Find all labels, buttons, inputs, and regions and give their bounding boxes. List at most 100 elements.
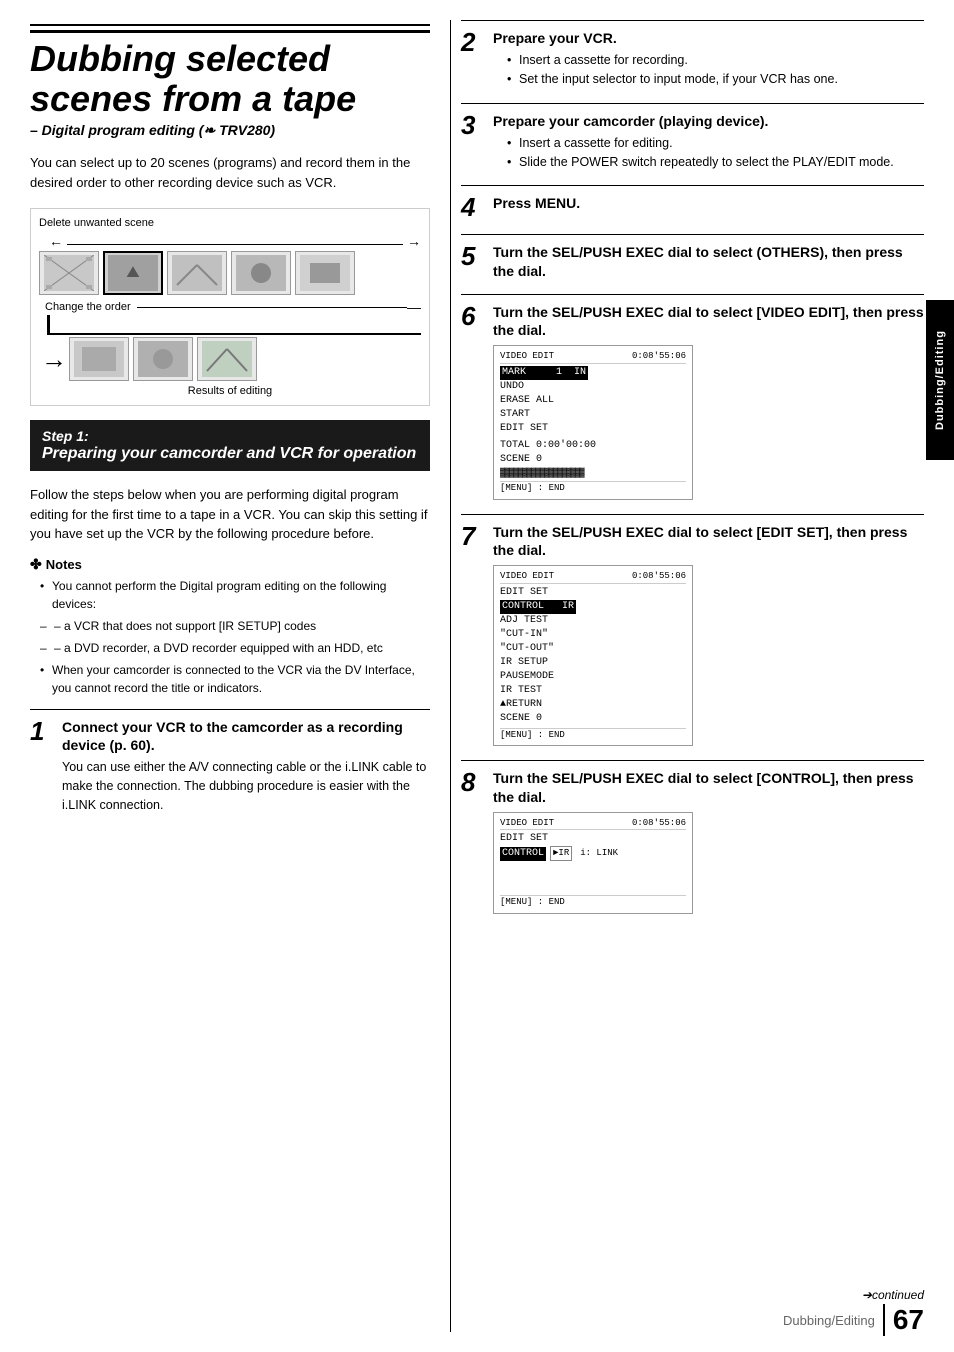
delete-label: Delete unwanted scene <box>39 217 421 229</box>
menu7-control: CONTROL IR <box>500 600 576 614</box>
frame-1 <box>39 251 99 295</box>
step-2-bullet-2: Set the input selector to input mode, if… <box>507 70 924 89</box>
page-title: Dubbing selected scenes from a tape <box>30 30 430 118</box>
menu6-mark: MARK 1 IN <box>500 366 588 380</box>
diagram-area: Delete unwanted scene ← → ⛰ <box>30 208 430 406</box>
step-7-number: 7 <box>461 523 485 747</box>
step-3-header: 3 Prepare your camcorder (playing device… <box>461 112 924 172</box>
notes-icon: ✤ <box>30 556 42 573</box>
right-column: 2 Prepare your VCR. Insert a cassette fo… <box>450 20 924 1332</box>
step-7-content: Turn the SEL/PUSH EXEC dial to select [E… <box>493 523 924 747</box>
step-5-header: 5 Turn the SEL/PUSH EXEC dial to select … <box>461 243 924 279</box>
frame-b1 <box>69 337 129 381</box>
diagram-frames-bottom <box>69 337 257 381</box>
step-2-bullet-1: Insert a cassette for recording. <box>507 51 924 70</box>
menu8-irlink: i: LINK <box>580 847 618 860</box>
menu6-editset: EDIT SET <box>500 422 686 436</box>
results-label: Results of editing <box>39 385 421 397</box>
note-1b: – a DVD recorder, a DVD recorder equippe… <box>40 639 430 657</box>
frame-b2 <box>133 337 193 381</box>
menu7-adjtest: ADJ TEST <box>500 614 686 628</box>
menu8-control-suffix: ►IR <box>550 846 572 861</box>
step-1-content: Connect your VCR to the camcorder as a r… <box>62 718 430 815</box>
subtitle: – Digital program editing (❧ TRV280) <box>30 122 430 139</box>
menu8-header-right: 0:08'55:06 <box>632 817 686 830</box>
menu6-undo: UNDO <box>500 380 686 394</box>
menu-screen-7: VIDEO EDIT 0:08'55:06 EDIT SET CONTROL I… <box>493 565 693 746</box>
step-2-content: Prepare your VCR. Insert a cassette for … <box>493 29 924 89</box>
menu6-progress: ▓▓▓▓▓▓▓▓▓▓▓▓▓▓▓▓▓▓▓ <box>500 467 686 480</box>
notes-list: You cannot perform the Digital program e… <box>30 577 430 697</box>
step-2-header: 2 Prepare your VCR. Insert a cassette fo… <box>461 29 924 89</box>
frame-2: ⛰ <box>103 251 163 295</box>
step-8: 8 Turn the SEL/PUSH EXEC dial to select … <box>461 760 924 913</box>
menu8-footer: [MENU] : END <box>500 895 686 909</box>
frame-5 <box>295 251 355 295</box>
step-6: 6 Turn the SEL/PUSH EXEC dial to select … <box>461 294 924 500</box>
change-order-label: Change the order <box>45 301 131 313</box>
step-1-header: 1 Connect your VCR to the camcorder as a… <box>30 718 430 815</box>
step-1: 1 Connect your VCR to the camcorder as a… <box>30 709 430 815</box>
menu6-erase: ERASE ALL <box>500 394 686 408</box>
step-4-header: 4 Press MENU. <box>461 194 924 220</box>
step-4-number: 4 <box>461 194 485 220</box>
step-7: 7 Turn the SEL/PUSH EXEC dial to select … <box>461 514 924 747</box>
sidebar-tab: Dubbing/Editing <box>926 300 954 460</box>
note-1: You cannot perform the Digital program e… <box>40 577 430 613</box>
follow-text: Follow the steps below when you are perf… <box>30 485 430 544</box>
menu7-irsetup: IR SETUP <box>500 656 686 670</box>
step-5-number: 5 <box>461 243 485 279</box>
menu6-footer: [MENU] : END <box>500 481 686 495</box>
step-3-bullet-2: Slide the POWER switch repeatedly to sel… <box>507 153 924 172</box>
menu7-pausemode: PAUSEMODE <box>500 670 686 684</box>
menu8-header-left: VIDEO EDIT <box>500 817 554 830</box>
footer-page-num: 67 <box>883 1304 924 1336</box>
diagram-frames-top: ⛰ <box>39 251 421 295</box>
frame-b3 <box>197 337 257 381</box>
step-1-details: You can use either the A/V connecting ca… <box>62 758 430 814</box>
menu8-editset: EDIT SET <box>500 832 686 846</box>
menu-screen-8: VIDEO EDIT 0:08'55:06 EDIT SET CONTROL ►… <box>493 812 693 914</box>
step-6-instruction: Turn the SEL/PUSH EXEC dial to select [V… <box>493 303 924 339</box>
notes-header: ✤ Notes <box>30 556 430 573</box>
menu7-cutin: "CUT-IN" <box>500 628 686 642</box>
menu6-total: TOTAL 0:00'00:00 <box>500 439 686 453</box>
step-3: 3 Prepare your camcorder (playing device… <box>461 103 924 172</box>
page-container: Dubbing selected scenes from a tape – Di… <box>0 0 954 1352</box>
left-column: Dubbing selected scenes from a tape – Di… <box>30 20 450 1332</box>
step1-box: Step 1: Preparing your camcorder and VCR… <box>30 420 430 471</box>
step-3-number: 3 <box>461 112 485 172</box>
page-footer: ➔continued Dubbing/Editing 67 <box>783 1288 924 1336</box>
footer-section: Dubbing/Editing <box>783 1313 875 1328</box>
step-2: 2 Prepare your VCR. Insert a cassette fo… <box>461 20 924 89</box>
step-7-header: 7 Turn the SEL/PUSH EXEC dial to select … <box>461 523 924 747</box>
menu6-header-left: VIDEO EDIT <box>500 350 554 363</box>
menu7-irtest: IR TEST <box>500 684 686 698</box>
note-2: When your camcorder is connected to the … <box>40 661 430 697</box>
menu8-control: CONTROL <box>500 847 546 861</box>
menu7-editset: EDIT SET <box>500 586 686 600</box>
step-4: 4 Press MENU. <box>461 185 924 220</box>
menu7-footer: [MENU] : END <box>500 728 686 742</box>
step-6-content: Turn the SEL/PUSH EXEC dial to select [V… <box>493 303 924 500</box>
menu7-return: ▲RETURN <box>500 698 686 712</box>
main-content: Dubbing selected scenes from a tape – Di… <box>0 0 954 1352</box>
step-5-instruction: Turn the SEL/PUSH EXEC dial to select (O… <box>493 243 924 279</box>
step1-title: Preparing your camcorder and VCR for ope… <box>42 444 418 463</box>
step-8-number: 8 <box>461 769 485 913</box>
step-4-instruction: Press MENU. <box>493 194 924 212</box>
menu8-spacer <box>500 879 686 893</box>
menu7-cutout: "CUT-OUT" <box>500 642 686 656</box>
step-5-content: Turn the SEL/PUSH EXEC dial to select (O… <box>493 243 924 279</box>
step-3-instruction: Prepare your camcorder (playing device). <box>493 112 924 130</box>
step1-num: Step 1: <box>42 428 418 444</box>
step-6-number: 6 <box>461 303 485 500</box>
step-6-header: 6 Turn the SEL/PUSH EXEC dial to select … <box>461 303 924 500</box>
step-2-details: Insert a cassette for recording. Set the… <box>493 51 924 89</box>
step-3-content: Prepare your camcorder (playing device).… <box>493 112 924 172</box>
step-8-header: 8 Turn the SEL/PUSH EXEC dial to select … <box>461 769 924 913</box>
note-1a: – a VCR that does not support [IR SETUP]… <box>40 617 430 635</box>
step-2-number: 2 <box>461 29 485 89</box>
step-3-details: Insert a cassette for editing. Slide the… <box>493 134 924 172</box>
notes-label: Notes <box>46 557 82 572</box>
